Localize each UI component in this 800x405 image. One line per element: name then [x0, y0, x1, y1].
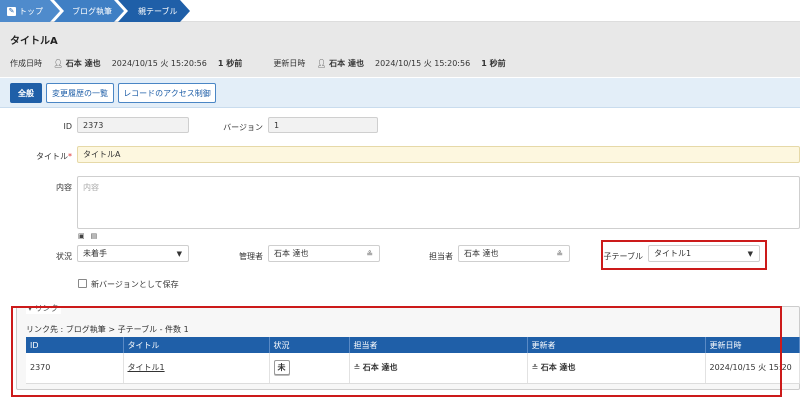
highlight-link-section [11, 306, 782, 397]
id-field: 2373 [77, 117, 189, 133]
breadcrumb-blog-label: ブログ執筆 [72, 6, 112, 16]
status-value: 未着手 [83, 249, 107, 258]
manager-value: 石本 達也 [274, 249, 309, 258]
image-icon[interactable]: ▣ [78, 232, 85, 240]
page-title: タイトルA [10, 36, 58, 47]
content-label: 内容 [56, 183, 72, 192]
tab-history[interactable]: 変更履歴の一覧 [46, 83, 114, 103]
created-label: 作成日時 [10, 59, 42, 68]
title-input[interactable]: タイトルA [77, 146, 800, 163]
record-header: タイトルA 作成日時 👤︎ 石本 達也 2024/10/15 火 15:20:5… [0, 22, 800, 77]
user-icon: 👤︎ [316, 59, 327, 68]
created-user[interactable]: 石本 達也 [66, 59, 101, 68]
title-label-text: タイトル [36, 152, 68, 161]
owner-field[interactable]: 石本 達也 ≗ [458, 245, 570, 262]
new-version-label: 新バージョンとして保存 [91, 280, 179, 289]
content-toolbar: ▣ ▤ [78, 232, 97, 240]
content-textarea[interactable]: 内容 [77, 176, 800, 229]
owner-value: 石本 達也 [464, 249, 499, 258]
user-icon: 👤︎ [53, 59, 64, 68]
updated-date: 2024/10/15 火 15:20:56 [375, 59, 471, 68]
updated-label: 更新日時 [273, 59, 306, 68]
breadcrumb-top-label: トップ [19, 6, 43, 16]
tab-general[interactable]: 全般 [10, 83, 42, 103]
breadcrumb-parent-table[interactable]: 親テーブル [118, 0, 190, 22]
manager-label: 管理者 [239, 252, 263, 261]
pencil-icon: ✎ [7, 6, 16, 16]
tab-access-control[interactable]: レコードのアクセス制御 [118, 83, 216, 103]
user-icon: ≗ [366, 249, 373, 258]
owner-label: 担当者 [429, 252, 453, 261]
status-select[interactable]: 未着手 ▼ [77, 245, 189, 262]
manager-field[interactable]: 石本 達也 ≗ [268, 245, 380, 262]
chevron-down-icon: ▼ [176, 249, 182, 258]
version-field: 1 [268, 117, 378, 133]
user-icon: ≗ [556, 249, 563, 258]
required-mark: * [68, 152, 72, 161]
attachment-icon[interactable]: ▤ [91, 232, 98, 240]
breadcrumb: 親テーブル ブログ執筆 ✎ トップ [0, 0, 800, 22]
breadcrumb-blog[interactable]: ブログ執筆 [54, 0, 124, 22]
breadcrumb-top[interactable]: ✎ トップ [0, 0, 60, 22]
status-label: 状況 [56, 252, 72, 261]
breadcrumb-parent-label: 親テーブル [138, 6, 178, 16]
updated-ago: 1 秒前 [481, 59, 506, 68]
tab-bar: 全般 変更履歴の一覧 レコードのアクセス制御 [0, 78, 800, 108]
title-label: タイトル* [20, 151, 72, 162]
highlight-child-table [601, 240, 767, 270]
record-meta: 作成日時 👤︎ 石本 達也 2024/10/15 火 15:20:56 1 秒前… [10, 58, 506, 69]
created-date: 2024/10/15 火 15:20:56 [111, 59, 207, 68]
version-label: バージョン [223, 123, 263, 132]
updated-user[interactable]: 石本 達也 [329, 59, 364, 68]
created-ago: 1 秒前 [217, 59, 243, 68]
id-label: ID [63, 122, 72, 131]
new-version-checkbox[interactable] [78, 279, 87, 288]
